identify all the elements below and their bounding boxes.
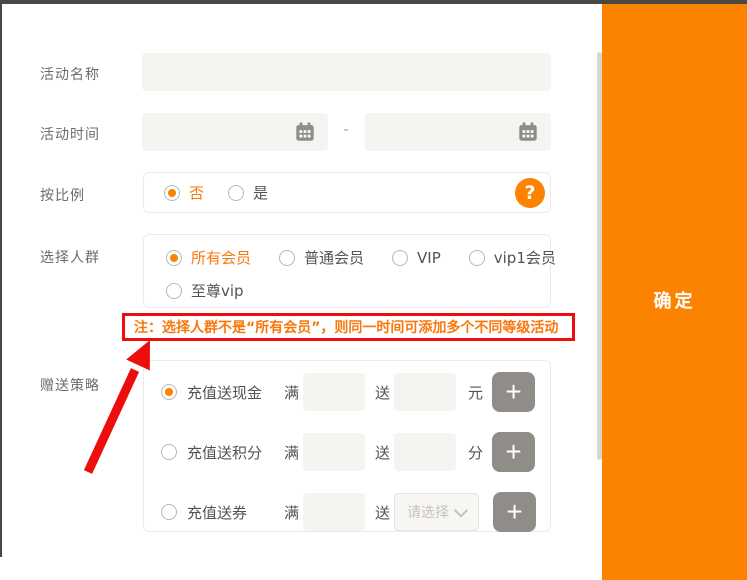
left-window-border [0,0,2,557]
radio-option-no[interactable]: 否 [164,182,204,203]
by-ratio-options: 否 是 [144,173,550,212]
radio-icon[interactable] [279,250,295,266]
field-label-gift-strategy: 赠送策略 [40,375,100,395]
select-crowd-group: 所有会员 普通会员 VIP vip1会员 至尊vip [143,234,551,308]
gift-amount-input[interactable] [394,433,456,471]
strategy-label[interactable]: 充值送积分 [187,442,284,463]
radio-icon[interactable] [161,444,177,460]
start-date-input[interactable] [142,113,328,151]
strategy-row-coupon: 充值送券 满 送 请选择 + [161,492,536,532]
recharge-activity-dialog: 活动名称 活动时间 - 按比例 否 [0,0,747,580]
field-label-activity-name: 活动名称 [40,64,100,84]
radio-label[interactable]: 普通会员 [304,247,364,268]
question-mark-icon[interactable]: ? [515,178,545,208]
radio-icon[interactable] [164,185,180,201]
confirm-button[interactable]: 确定 [602,286,747,314]
threshold-prefix: 满 [284,442,299,463]
coupon-select-placeholder: 请选择 [407,502,449,522]
activity-name-input[interactable] [142,53,551,91]
calendar-icon [294,121,316,143]
radio-option-all-members[interactable]: 所有会员 [166,247,251,268]
field-label-by-ratio: 按比例 [40,185,85,205]
radio-icon[interactable] [392,250,408,266]
radio-option-vip[interactable]: VIP [392,249,441,267]
strategy-label[interactable]: 充值送现金 [187,382,284,403]
chevron-down-icon [454,504,468,518]
gift-amount-input[interactable] [394,373,456,411]
unit-label: 元 [468,382,483,403]
threshold-amount-input[interactable] [303,373,365,411]
threshold-amount-input[interactable] [303,493,365,531]
radio-icon[interactable] [166,283,182,299]
field-label-select-crowd: 选择人群 [40,247,100,267]
radio-option-normal-members[interactable]: 普通会员 [279,247,364,268]
end-date-input[interactable] [365,113,551,151]
add-rule-button[interactable]: + [492,432,535,472]
strategy-label[interactable]: 充值送券 [187,502,284,523]
calendar-icon [517,121,539,143]
crowd-options-row-2: 至尊vip [144,274,550,307]
strategy-row-cash: 充值送现金 满 送 元 + [161,372,535,412]
radio-option-vip1[interactable]: vip1会员 [469,247,556,268]
gift-strategy-group: 充值送现金 满 送 元 + 充值送积分 满 送 分 + 充值送券 满 送 请选择 [143,360,551,532]
gift-infix: 送 [375,382,390,403]
threshold-amount-input[interactable] [303,433,365,471]
radio-option-yes[interactable]: 是 [228,182,268,203]
coupon-select-dropdown[interactable]: 请选择 [394,493,479,531]
field-label-activity-time: 活动时间 [40,124,100,144]
crowd-options-row-1: 所有会员 普通会员 VIP vip1会员 [144,241,550,274]
radio-icon[interactable] [161,504,177,520]
radio-label[interactable]: VIP [417,249,441,267]
radio-label[interactable]: 至尊vip [191,280,244,301]
gift-infix: 送 [375,502,390,523]
action-sidebar: 确定 [602,4,747,580]
note-highlight-box: 注：选择人群不是“所有会员”，则同一时间可添加多个不同等级活动 [122,313,575,341]
radio-option-supreme-vip[interactable]: 至尊vip [166,280,244,301]
threshold-prefix: 满 [284,502,299,523]
strategy-row-points: 充值送积分 满 送 分 + [161,432,535,472]
gift-infix: 送 [375,442,390,463]
radio-icon[interactable] [469,250,485,266]
radio-label[interactable]: vip1会员 [494,247,556,268]
date-range-separator: - [337,122,355,138]
add-rule-button[interactable]: + [492,372,535,412]
radio-label[interactable]: 否 [189,182,204,203]
radio-icon[interactable] [161,384,177,400]
threshold-prefix: 满 [284,382,299,403]
unit-label: 分 [468,442,483,463]
radio-label[interactable]: 所有会员 [191,247,251,268]
radio-icon[interactable] [228,185,244,201]
note-text: 注：选择人群不是“所有会员”，则同一时间可添加多个不同等级活动 [125,317,558,337]
add-rule-button[interactable]: + [493,492,536,532]
radio-label[interactable]: 是 [253,182,268,203]
radio-icon[interactable] [166,250,182,266]
by-ratio-group: 否 是 ? [143,172,551,213]
